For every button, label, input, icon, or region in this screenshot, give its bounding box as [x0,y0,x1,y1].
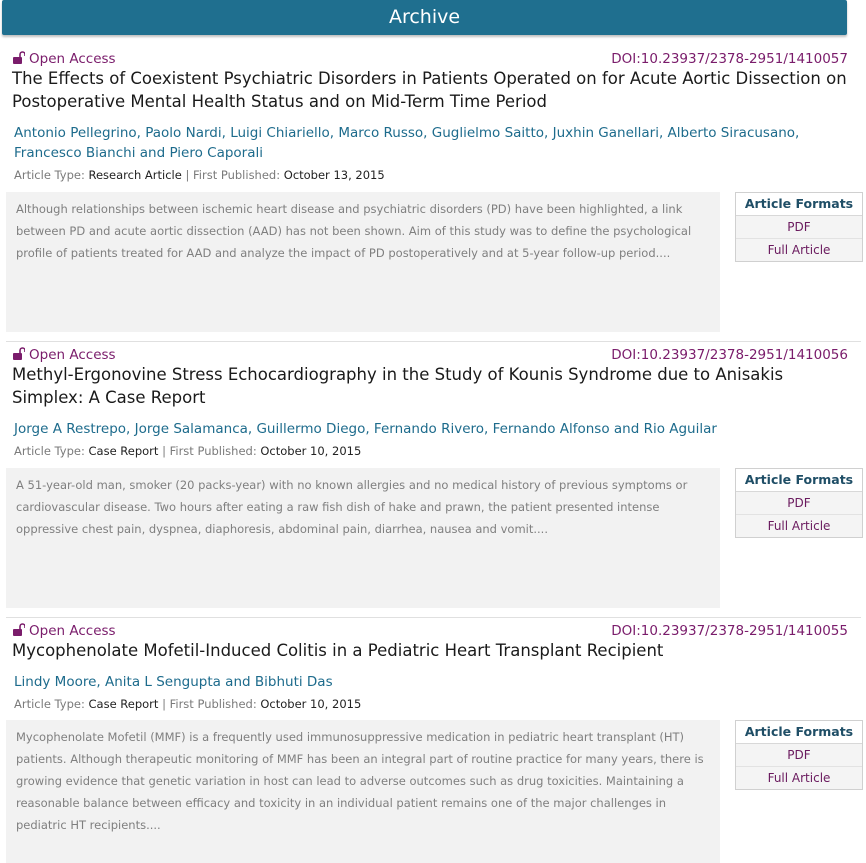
first-published-label: First Published: [193,168,281,182]
first-published-date: October 10, 2015 [260,697,362,711]
abstract-box: Although relationships between ischemic … [6,192,720,332]
article-title[interactable]: Methyl-Ergonovine Stress Echocardiograph… [12,363,847,409]
abstract-text: Although relationships between ischemic … [16,202,692,260]
first-published-date: October 10, 2015 [260,444,362,458]
article-formats-panel: Article Formats PDF Full Article [735,720,863,790]
open-access-text: Open Access [29,347,116,363]
full-article-link[interactable]: Full Article [736,515,862,537]
article-type-label: Article Type: [14,697,85,711]
article-meta: Article Type: Research Article | First P… [14,167,385,183]
unlocked-padlock-icon [13,623,25,637]
article-authors[interactable]: Lindy Moore, Anita L Sengupta and Bibhut… [14,672,854,692]
article-formats-heading: Article Formats [736,193,862,216]
meta-separator: | [162,697,166,711]
article-type-value: Case Report [88,697,159,711]
open-access-text: Open Access [29,623,116,639]
first-published-date: October 13, 2015 [283,168,385,182]
first-published-label: First Published: [169,697,257,711]
article-formats-panel: Article Formats PDF Full Article [735,468,863,538]
pdf-link[interactable]: PDF [736,492,862,515]
article-type-label: Article Type: [14,444,85,458]
abstract-text: Mycophenolate Mofetil (MMF) is a frequen… [16,730,704,832]
archive-header: Archive [2,0,847,35]
article-meta: Article Type: Case Report | First Publis… [14,696,361,712]
abstract-box: Mycophenolate Mofetil (MMF) is a frequen… [6,720,720,863]
doi-link[interactable]: DOI:10.23937/2378-2951/1410057 [611,50,848,68]
doi-link[interactable]: DOI:10.23937/2378-2951/1410056 [611,346,848,364]
unlocked-padlock-icon [13,347,25,361]
article-type-value: Case Report [88,444,159,458]
article-meta: Article Type: Case Report | First Publis… [14,443,361,459]
article-authors[interactable]: Antonio Pellegrino, Paolo Nardi, Luigi C… [14,123,854,163]
pdf-link[interactable]: PDF [736,744,862,767]
meta-separator: | [185,168,190,182]
full-article-link[interactable]: Full Article [736,767,862,789]
unlocked-padlock-icon [13,51,25,65]
article-title[interactable]: Mycophenolate Mofetil-Induced Colitis in… [12,639,847,662]
article-formats-heading: Article Formats [736,721,862,744]
article-authors[interactable]: Jorge A Restrepo, Jorge Salamanca, Guill… [14,419,854,439]
article-formats-panel: Article Formats PDF Full Article [735,192,863,262]
pdf-link[interactable]: PDF [736,216,862,239]
open-access-label[interactable]: Open Access [13,346,116,364]
meta-separator: | [162,444,166,458]
abstract-text: A 51-year-old man, smoker (20 packs-year… [16,478,688,536]
article-divider [6,617,861,618]
doi-link[interactable]: DOI:10.23937/2378-2951/1410055 [611,622,848,640]
article-title[interactable]: The Effects of Coexistent Psychiatric Di… [12,67,847,113]
abstract-box: A 51-year-old man, smoker (20 packs-year… [6,468,720,608]
open-access-text: Open Access [29,51,116,67]
open-access-label[interactable]: Open Access [13,50,116,68]
article-divider [6,341,861,342]
full-article-link[interactable]: Full Article [736,239,862,261]
article-formats-heading: Article Formats [736,469,862,492]
article-type-label: Article Type: [14,168,85,182]
article-type-value: Research Article [88,168,182,182]
open-access-label[interactable]: Open Access [13,622,116,640]
first-published-label: First Published: [169,444,257,458]
